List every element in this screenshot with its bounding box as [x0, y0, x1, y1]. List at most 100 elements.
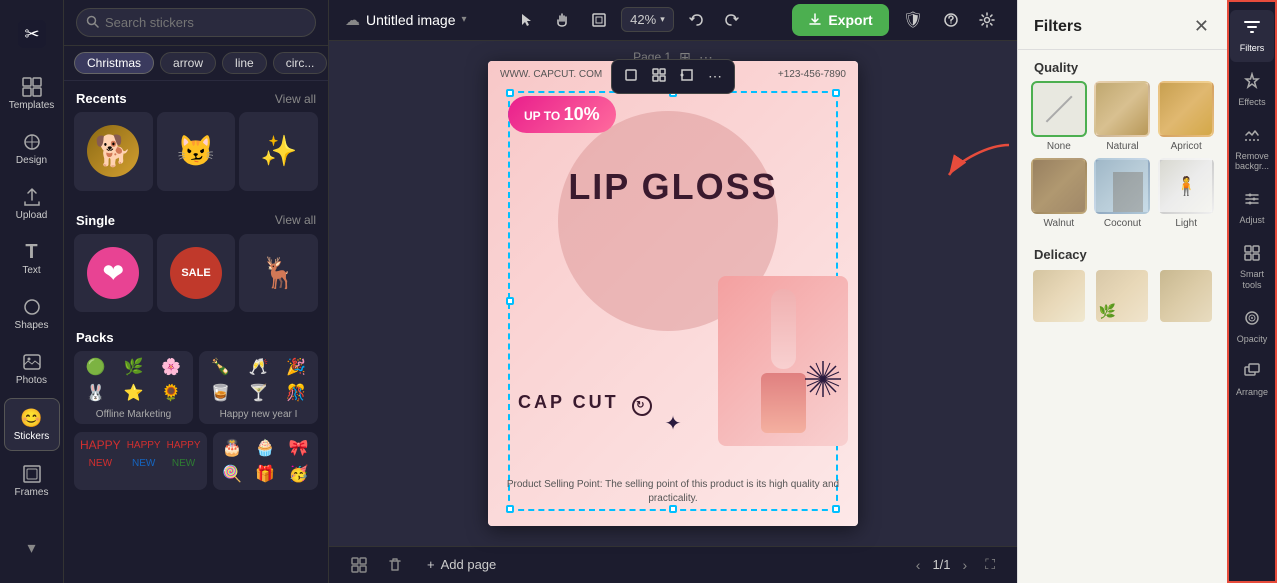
settings-btn[interactable] — [973, 6, 1001, 34]
canvas-brand: CAP CUT ↻ — [518, 388, 652, 416]
pack-offline[interactable]: 🟢🌿🌸 🐰⭐🌻 Offline Marketing — [74, 351, 193, 424]
export-btn[interactable]: Export — [792, 4, 888, 36]
pack-offline2[interactable]: HAPPYHAPPYHAPPY NEWNEWNEW — [74, 432, 207, 490]
right-icon-filters[interactable]: Filters — [1230, 10, 1274, 62]
canvas-design[interactable]: WWW. CAPCUT. COM +123-456-7890 UP TO 10%… — [488, 61, 858, 526]
pack-newyear[interactable]: 🍾🥂🎉 🥃🍸🎊 Happy new year I — [199, 351, 318, 424]
file-name-area[interactable]: ☁ Untitled image ▾ — [345, 11, 467, 29]
bottom-right: ‹ 1/1 › ⛶ — [912, 550, 1001, 579]
shield-btn[interactable]: 🛡 — [897, 4, 929, 36]
sidebar-item-photos[interactable]: Photos — [4, 343, 60, 394]
pack-newyear2[interactable]: 🎂🧁🎀 🍭🎁🥳 — [213, 432, 319, 490]
opacity-icon — [1243, 309, 1261, 332]
single-header: Single View all — [64, 203, 328, 234]
add-page-btn[interactable]: + Add page — [417, 551, 506, 578]
filter-walnut[interactable]: Walnut — [1030, 158, 1088, 229]
file-dropdown-icon: ▾ — [462, 14, 467, 25]
float-crop-btn[interactable] — [620, 64, 642, 89]
single-view-all[interactable]: View all — [275, 213, 316, 227]
tag-christmas[interactable]: Christmas — [74, 52, 154, 74]
zoom-control[interactable]: 42% ▾ — [621, 7, 674, 32]
select-tool-btn[interactable] — [513, 6, 541, 34]
filter-d3-thumb — [1158, 268, 1214, 324]
float-transform-btn[interactable] — [676, 64, 698, 89]
sticker-sale[interactable]: SALE — [157, 234, 236, 313]
promo-text: UP TO — [524, 109, 564, 123]
tag-circ[interactable]: circ... — [273, 52, 328, 74]
toolbar-center: 42% ▾ — [479, 6, 781, 34]
filter-d3[interactable] — [1157, 268, 1215, 324]
templates-icon — [21, 76, 43, 98]
float-arrange-btn[interactable] — [648, 64, 670, 89]
right-icon-smart-tools[interactable]: Smart tools — [1230, 236, 1274, 299]
adjust-icon-label: Adjust — [1239, 215, 1264, 226]
hand-tool-btn[interactable] — [549, 6, 577, 34]
help-btn[interactable] — [937, 6, 965, 34]
prev-page-btn[interactable]: ‹ — [912, 553, 925, 577]
sidebar-collapse-btn[interactable]: ▾ — [4, 529, 60, 567]
sidebar-design-label: Design — [16, 155, 47, 166]
canvas-star: ✦ — [665, 411, 682, 436]
filters-panel: Filters ✕ Quality None Natural Apricot — [1017, 0, 1227, 583]
recents-view-all[interactable]: View all — [275, 92, 316, 106]
right-icon-arrange[interactable]: Arrange — [1230, 354, 1274, 406]
sidebar-item-stickers[interactable]: 😊 Stickers — [4, 398, 60, 451]
right-icon-effects[interactable]: Effects — [1230, 64, 1274, 116]
filters-icon-label: Filters — [1240, 43, 1265, 54]
thumbnail-btn[interactable] — [345, 551, 373, 579]
right-icon-adjust[interactable]: Adjust — [1230, 182, 1274, 234]
filter-natural-thumb — [1094, 81, 1150, 137]
sidebar-item-text[interactable]: T Text — [4, 233, 60, 284]
zoom-value: 42% — [630, 12, 656, 27]
remove-bg-icon — [1243, 126, 1261, 149]
sticker-reindeer[interactable]: 🦌 — [239, 234, 318, 313]
pack-offline-label: Offline Marketing — [78, 405, 189, 420]
sidebar-item-frames[interactable]: Frames — [4, 455, 60, 506]
filter-natural[interactable]: Natural — [1094, 81, 1152, 152]
sidebar-item-templates[interactable]: Templates — [4, 68, 60, 119]
page-counter: 1/1 — [932, 557, 950, 572]
filter-coconut[interactable]: Coconut — [1094, 158, 1152, 229]
tag-arrow[interactable]: arrow — [160, 52, 216, 74]
quality-label: Quality — [1018, 50, 1227, 81]
sticker-dog[interactable]: 🐕 — [74, 112, 153, 191]
sidebar-item-shapes[interactable]: Shapes — [4, 288, 60, 339]
sidebar-stickers-label: Stickers — [14, 431, 50, 442]
packs-grid: 🟢🌿🌸 🐰⭐🌻 Offline Marketing 🍾🥂🎉 🥃🍸🎊 Happy … — [64, 351, 328, 432]
filters-close-btn[interactable]: ✕ — [1192, 14, 1211, 39]
toolbar-left: ☁ Untitled image ▾ — [345, 11, 467, 29]
delete-page-btn[interactable] — [381, 551, 409, 579]
stickers-icon: 😊 — [21, 407, 43, 429]
filters-header: Filters ✕ — [1018, 0, 1227, 50]
filter-d2[interactable]: 🌿 — [1094, 268, 1152, 324]
filter-apricot-label: Apricot — [1171, 141, 1202, 152]
effects-icon-label: Effects — [1238, 97, 1265, 108]
next-page-btn[interactable]: › — [959, 553, 972, 577]
right-icon-remove-bg[interactable]: Remove backgr... — [1230, 118, 1274, 181]
redo-btn[interactable] — [718, 6, 746, 34]
search-input[interactable] — [76, 8, 316, 37]
sticker-cat[interactable]: 😼 — [157, 112, 236, 191]
sidebar-frames-label: Frames — [15, 487, 49, 498]
filter-d1[interactable] — [1030, 268, 1088, 324]
filter-none[interactable]: None — [1030, 81, 1088, 152]
sidebar-photos-label: Photos — [16, 375, 47, 386]
sticker-feather[interactable]: ✨ — [239, 112, 318, 191]
sticker-heart[interactable]: ❤ — [74, 234, 153, 313]
right-icon-opacity[interactable]: Opacity — [1230, 301, 1274, 353]
filter-apricot[interactable]: Apricot — [1157, 81, 1215, 152]
file-name: Untitled image — [366, 12, 456, 28]
toolbar-right: Export 🛡 — [792, 4, 1001, 36]
float-more-btn[interactable]: ⋯ — [704, 64, 726, 89]
photos-icon — [21, 351, 43, 373]
undo-btn[interactable] — [682, 6, 710, 34]
filter-light[interactable]: 🧍 Light — [1157, 158, 1215, 229]
effects-icon — [1243, 72, 1261, 95]
sidebar-item-upload[interactable]: Upload — [4, 178, 60, 229]
filter-coconut-label: Coconut — [1104, 218, 1141, 229]
search-bar — [64, 0, 328, 46]
expand-btn[interactable]: ⛶ — [979, 550, 1001, 579]
sidebar-item-design[interactable]: Design — [4, 123, 60, 174]
frame-tool-btn[interactable] — [585, 6, 613, 34]
tag-line[interactable]: line — [222, 52, 267, 74]
